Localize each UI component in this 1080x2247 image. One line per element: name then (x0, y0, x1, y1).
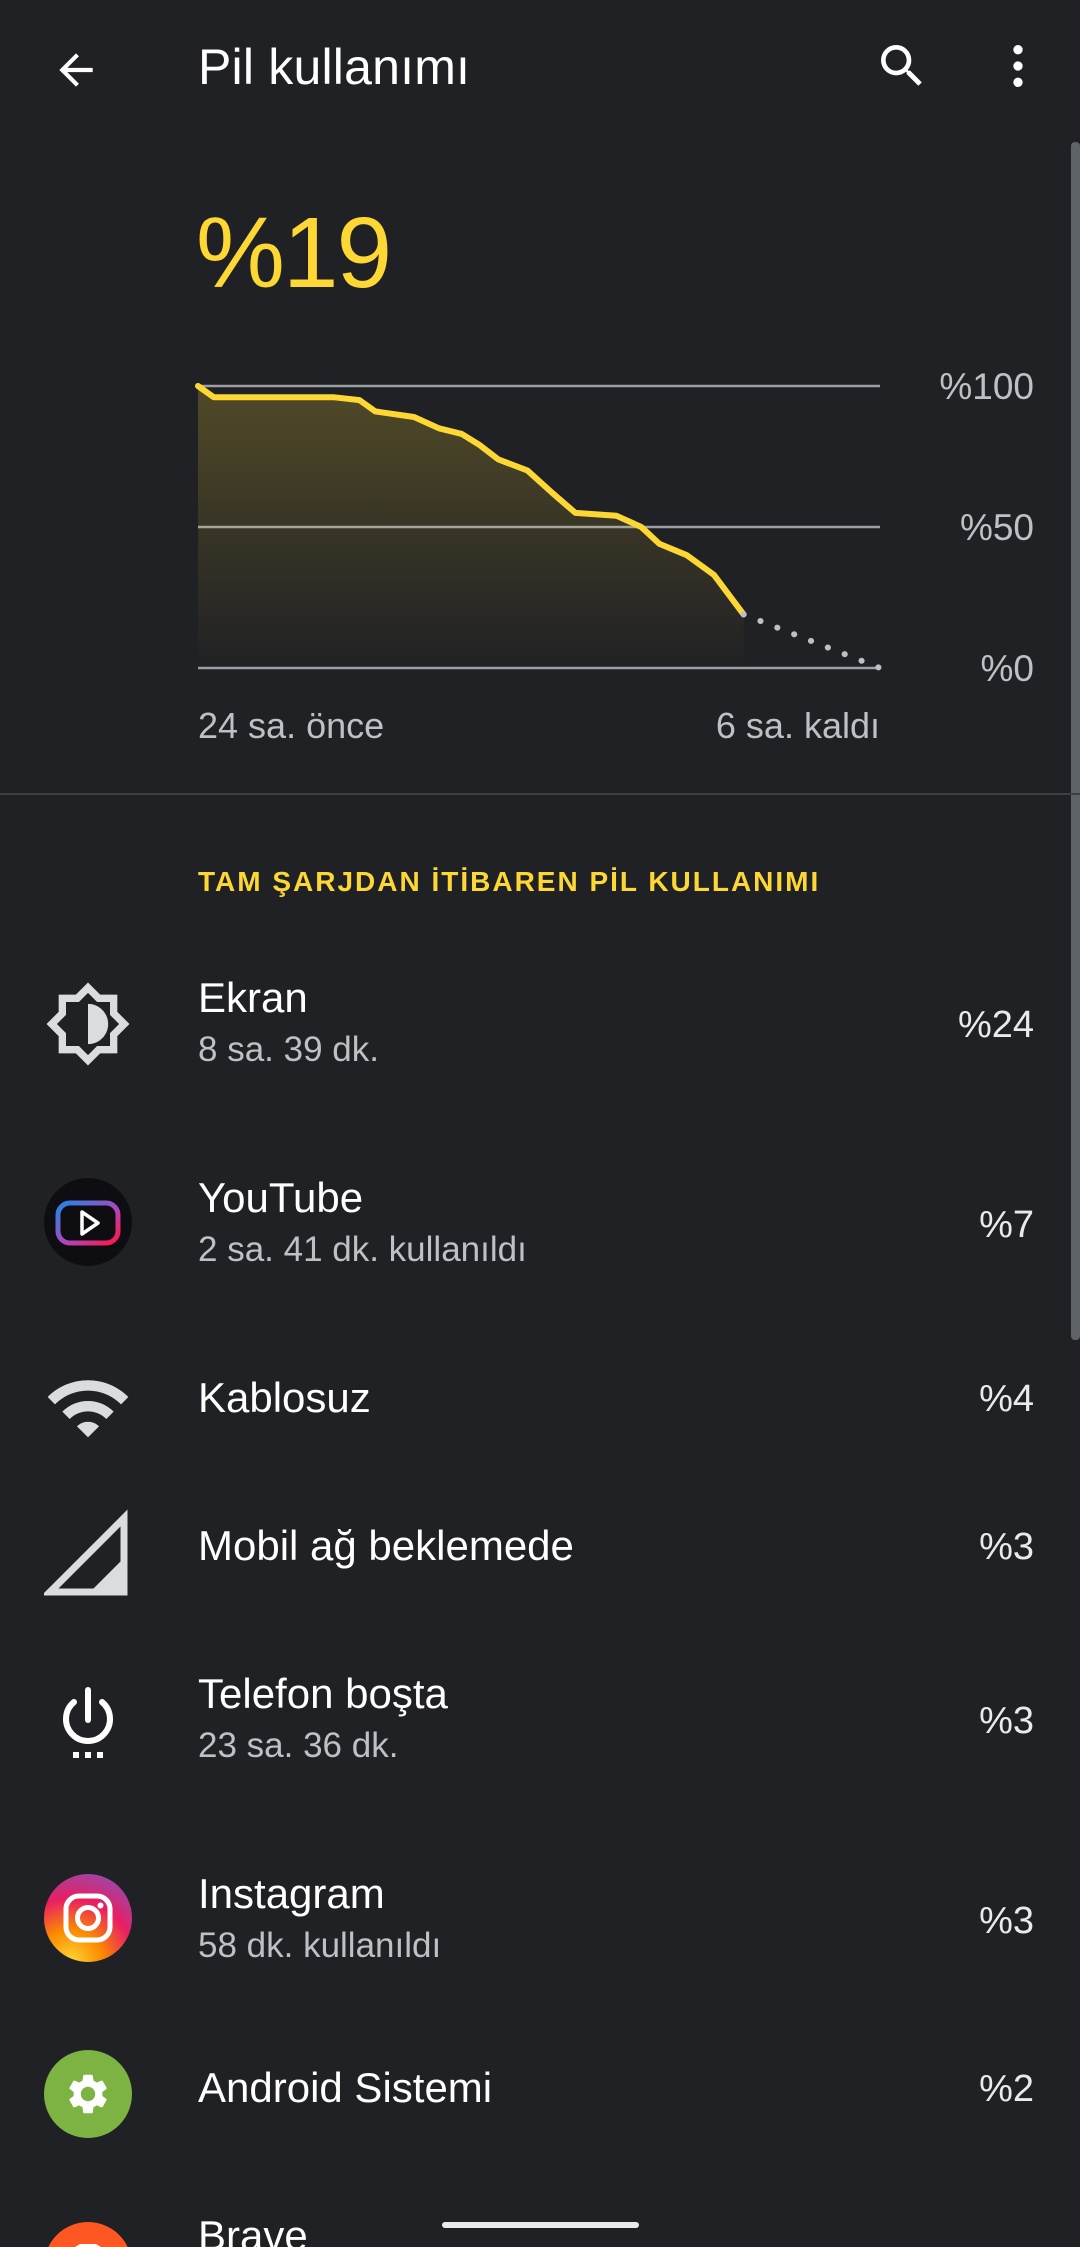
youtube-vanced-icon (44, 1178, 132, 1266)
usage-item-title: Ekran (198, 974, 308, 1021)
back-button[interactable] (34, 28, 118, 112)
usage-item-title: Instagram (198, 1870, 385, 1917)
section-header: TAM ŞARJDAN İTİBAREN PİL KULLANIMI (198, 866, 821, 897)
usage-item-percent: %2 (979, 2068, 1034, 2110)
android-system-gear-icon (44, 2050, 132, 2138)
battery-projection-line (740, 611, 883, 671)
y-tick-label: %50 (960, 507, 1034, 548)
x-label-start: 24 sa. önce (198, 705, 384, 746)
usage-item-subtitle: 58 dk. kullanıldı (198, 1926, 442, 1965)
display-brightness-icon (44, 980, 132, 1068)
usage-item-percent: %7 (979, 1204, 1034, 1246)
usage-item-title: Telefon boşta (198, 1670, 448, 1717)
usage-item-subtitle: 23 sa. 36 dk. (198, 1726, 399, 1765)
usage-item-title: YouTube (198, 1174, 364, 1221)
battery-level: %19 (196, 197, 392, 309)
more-vert-icon (1013, 45, 1023, 87)
power-idle-icon (44, 1674, 132, 1762)
brave-icon (44, 2222, 132, 2247)
usage-item-percent: %3 (979, 1526, 1034, 1568)
usage-item-title: Kablosuz (198, 1374, 371, 1421)
usage-item-telefon-bosta[interactable]: Telefon boşta 23 sa. 36 dk. %3 (0, 1646, 1080, 1796)
usage-item-percent: %3 (979, 1900, 1034, 1942)
usage-item-kablosuz[interactable]: Kablosuz %4 (0, 1346, 1080, 1496)
app-bar: Pil kullanımı (0, 0, 1080, 140)
wifi-icon (44, 1364, 132, 1452)
usage-item-title: Mobil ağ beklemede (198, 1522, 574, 1569)
usage-item-percent: %4 (979, 1378, 1034, 1420)
y-tick-label: %0 (981, 648, 1034, 689)
usage-item-brave[interactable]: Brave (0, 2192, 1080, 2247)
usage-item-youtube[interactable]: YouTube 2 sa. 41 dk. kullanıldı %7 (0, 1150, 1080, 1300)
usage-item-android-sistemi[interactable]: Android Sistemi %2 (0, 2044, 1080, 2194)
usage-item-title: Brave (198, 2212, 308, 2247)
cellular-signal-icon (44, 1508, 132, 1596)
usage-item-mobil-ag[interactable]: Mobil ağ beklemede %3 (0, 1494, 1080, 1644)
usage-item-ekran[interactable]: Ekran 8 sa. 39 dk. %24 (0, 950, 1080, 1100)
battery-chart: %100 %50 %0 24 sa. önce 6 sa. kaldı (195, 366, 1034, 746)
usage-item-subtitle: 8 sa. 39 dk. (198, 1030, 379, 1069)
usage-item-instagram[interactable]: Instagram 58 dk. kullanıldı %3 (0, 1846, 1080, 1996)
usage-item-percent: %3 (979, 1700, 1034, 1742)
search-icon (881, 45, 922, 86)
usage-item-subtitle: 2 sa. 41 dk. kullanıldı (198, 1230, 527, 1269)
usage-item-title: Android Sistemi (198, 2064, 493, 2111)
x-label-end: 6 sa. kaldı (716, 705, 880, 746)
instagram-icon (44, 1874, 132, 1962)
section-divider (0, 793, 1080, 795)
search-button[interactable] (860, 24, 944, 108)
usage-item-percent: %24 (957, 1004, 1034, 1046)
page-title: Pil kullanımı (198, 39, 471, 95)
more-options-button[interactable] (976, 24, 1060, 108)
arrow-back-icon (59, 53, 93, 87)
gesture-nav-handle[interactable] (442, 2222, 639, 2228)
y-tick-label: %100 (939, 366, 1034, 407)
